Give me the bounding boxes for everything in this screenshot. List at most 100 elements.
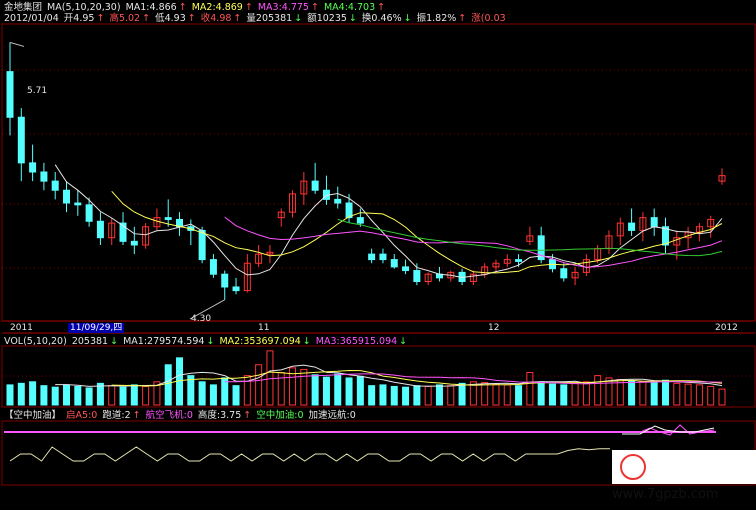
volume-bar-down — [164, 364, 172, 406]
volume-bar-down — [537, 381, 545, 406]
volume-bar-up — [142, 385, 150, 406]
volume-bar-down — [322, 376, 330, 406]
volume-bar-up — [616, 378, 624, 406]
indicator-3: 航空飞机:0 — [145, 410, 193, 421]
candle-down — [164, 217, 172, 220]
volume-bar-up — [266, 350, 274, 406]
vol-ma1-arrow-icon: ↓ — [206, 336, 215, 347]
volume-bar-down — [311, 374, 319, 406]
vol-ma3-arrow-icon: ↓ — [399, 336, 408, 347]
indicator-header: 【空中加油】 启A5:0 跑道:2 ↑ 航空飞机:0 高度:3.75 ↑ 空中加油:… — [4, 410, 358, 421]
vol-ma3: MA3:365915.094 — [315, 336, 398, 347]
candle-down — [413, 270, 421, 282]
candle-down — [232, 286, 240, 292]
candle-down — [515, 259, 523, 262]
volume-bar-up — [605, 377, 613, 406]
volume-bar-up — [718, 388, 726, 406]
volume-bar-up — [447, 385, 455, 406]
volume-bar-down — [560, 384, 568, 406]
vol-ma20-line — [224, 373, 723, 385]
volume-bar-down — [198, 381, 206, 406]
volume-bar-down — [29, 381, 37, 406]
volume-bar-up — [571, 382, 579, 406]
volume-bar-down — [515, 385, 523, 406]
candle-down — [130, 240, 138, 246]
date-label-12: 12 — [488, 323, 500, 333]
volume-bar-down — [96, 382, 104, 406]
indicator-1: 启A5:0 — [66, 410, 98, 421]
volume-bar-down — [650, 382, 658, 406]
volume-bar-up — [684, 383, 692, 406]
volume-bar-up — [673, 382, 681, 406]
high-marker-line — [9, 41, 25, 47]
volume-bar-down — [232, 385, 240, 406]
watermark: www.7gpzb.com — [612, 450, 756, 502]
indicator-name[interactable]: 【空中加油】 — [4, 410, 61, 421]
volume-bar-down — [209, 384, 217, 406]
low-price-label: 4.30 — [191, 314, 212, 324]
candle-down — [650, 217, 658, 228]
candle-down — [390, 259, 398, 268]
date-label-selected: 11/09/29,四 — [68, 323, 125, 333]
volume-bar-up — [639, 381, 647, 406]
volume-bar-down — [40, 385, 48, 406]
vol-value-arrow-icon: ↓ — [110, 336, 119, 347]
volume-bar-down — [390, 385, 398, 406]
volume-bar-down — [661, 379, 669, 406]
volume-bar-up — [108, 385, 116, 406]
volume-bar-down — [628, 380, 636, 406]
indicator-6: 加速远航:0 — [308, 410, 356, 421]
volume-bar-up — [300, 368, 308, 406]
volume-bar-down — [6, 384, 14, 406]
volume-bar-down — [379, 384, 387, 406]
volume-bar-down — [435, 384, 443, 406]
volume-bar-down — [85, 387, 93, 406]
candle-down — [209, 259, 217, 275]
volume-bar-down — [413, 385, 421, 406]
volume-bar-down — [63, 384, 71, 406]
volume-bar-down — [402, 386, 410, 406]
ma5-line — [54, 164, 723, 279]
volume-bar-down — [74, 385, 82, 406]
indicator-4-arrow-icon: ↑ — [243, 410, 252, 421]
high-price-label: 5.71 — [27, 86, 48, 96]
volume-bar-up — [582, 381, 590, 406]
volume-bar-up — [707, 385, 715, 406]
candle-down — [29, 162, 37, 173]
volume-bar-down — [548, 383, 556, 406]
volume-bar-down — [345, 377, 353, 406]
candle-down — [40, 171, 48, 182]
date-label-2011: 2011 — [10, 323, 33, 333]
indicator-2-arrow-icon: ↑ — [132, 410, 141, 421]
volume-bar-down — [130, 384, 138, 406]
vol-ma1: MA1:279574.594 — [123, 336, 205, 347]
volume-bar-up — [526, 372, 534, 406]
volume-bar-up — [255, 364, 263, 406]
volume-bar-up — [695, 384, 703, 406]
candle-down — [63, 189, 71, 204]
volume-bar-up — [503, 384, 511, 406]
vol-value: 205381 — [71, 336, 109, 347]
volume-bar-down — [51, 386, 59, 406]
candle-down — [628, 222, 636, 231]
indicator-4: 高度:3.75 — [197, 410, 242, 421]
date-label-11: 11 — [258, 323, 270, 333]
volume-header: VOL(5,10,20) 205381 ↓ MA1:279574.594 ↓ MA2… — [4, 336, 409, 347]
candle-down — [334, 198, 342, 204]
candle-down — [6, 71, 14, 118]
candle-down — [51, 180, 59, 191]
vol-ma2-arrow-icon: ↓ — [302, 336, 311, 347]
indicator-5: 空中加油:0 — [256, 410, 304, 421]
candle-down — [85, 204, 93, 222]
candle-down — [221, 273, 229, 288]
vol-label: VOL(5,10,20) — [4, 336, 67, 347]
candle-down — [74, 202, 82, 206]
candle-down — [379, 253, 387, 261]
volume-bar-down — [119, 386, 127, 406]
candle-down — [198, 229, 206, 261]
candle-down — [96, 220, 104, 239]
indicator-line — [9, 446, 610, 462]
candle-down — [17, 116, 25, 164]
watermark-text: www.7gpzb.com — [612, 487, 719, 502]
candle-down — [311, 180, 319, 191]
